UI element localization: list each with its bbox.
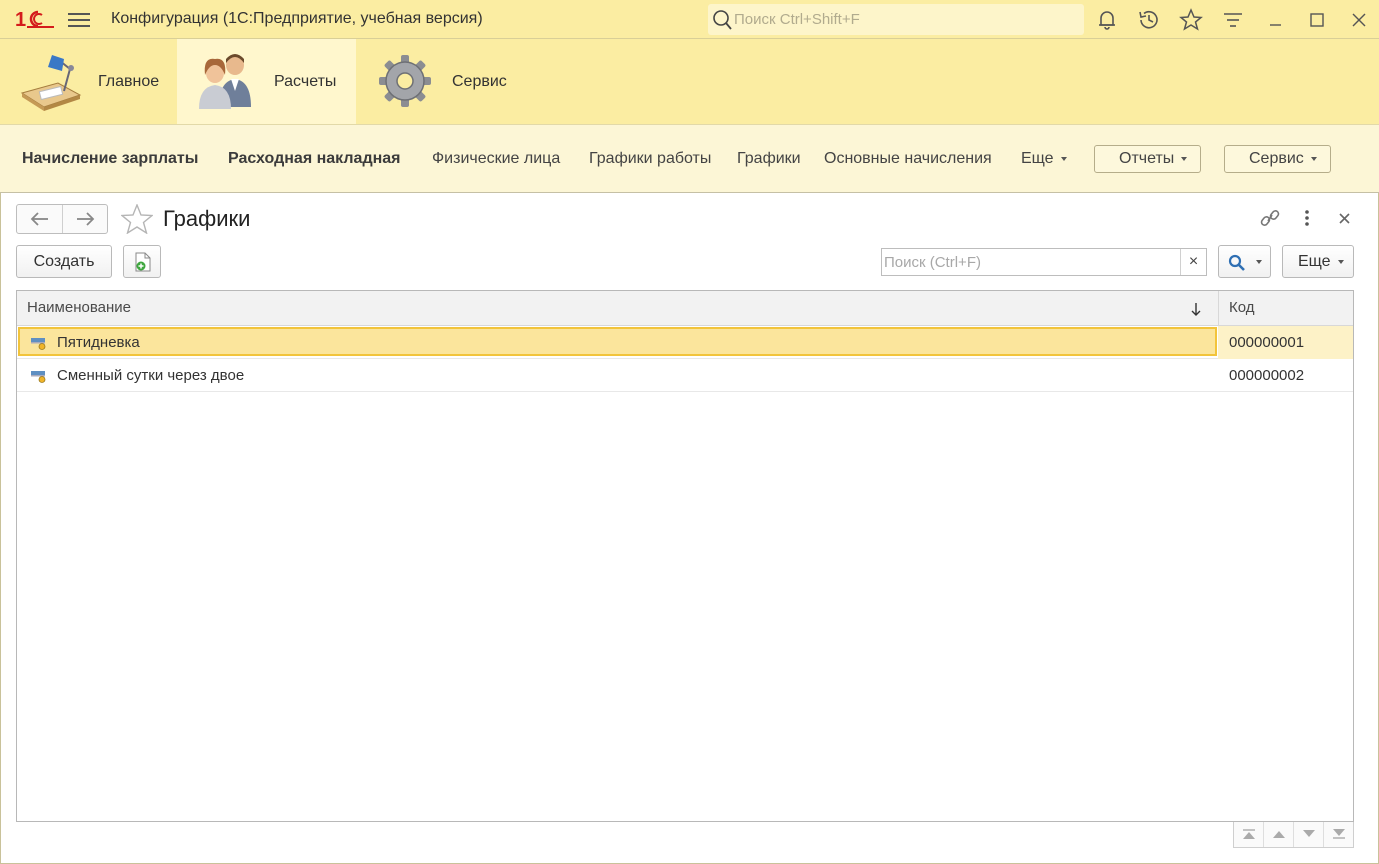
chevron-down-icon — [1181, 156, 1188, 161]
global-search-input[interactable] — [734, 7, 1074, 31]
section-calculations[interactable]: Расчеты — [177, 39, 356, 124]
bell-icon[interactable] — [1095, 8, 1119, 32]
section-main[interactable]: Главное — [0, 39, 177, 124]
arrow-right-icon — [77, 212, 95, 226]
title-bar: 1 Конфигурация (1С:Предприятие, учебная … — [0, 0, 1379, 39]
link-payroll[interactable]: Начисление зарплаты — [22, 150, 198, 168]
column-name-header[interactable]: Наименование — [27, 299, 131, 316]
menu-icon[interactable] — [67, 10, 91, 30]
more-vertical-icon[interactable] — [1298, 207, 1316, 229]
reports-button-label: Отчеты — [1119, 150, 1175, 167]
column-code-header[interactable]: Код — [1229, 299, 1255, 316]
favorite-star-icon[interactable] — [121, 204, 153, 234]
more-menu[interactable]: Еще — [1021, 150, 1067, 168]
add-document-icon — [135, 252, 151, 272]
settings-lines-icon[interactable] — [1221, 8, 1245, 32]
prev-page-button[interactable] — [1264, 822, 1294, 847]
link-schedules[interactable]: Графики — [737, 150, 801, 168]
sort-arrow-icon — [1191, 303, 1201, 316]
arrow-left-icon — [30, 212, 48, 226]
navigation-buttons — [16, 204, 108, 234]
section-service[interactable]: Сервис — [356, 39, 532, 124]
page-up-icon — [1273, 831, 1285, 838]
link-icon[interactable] — [1258, 207, 1282, 229]
svg-text:1: 1 — [15, 9, 26, 31]
search-icon — [1228, 254, 1245, 271]
link-work-schedules[interactable]: Графики работы — [589, 150, 711, 168]
last-page-icon — [1333, 829, 1345, 839]
chevron-down-icon — [1337, 259, 1344, 264]
link-expense-invoice[interactable]: Расходная накладная — [228, 150, 401, 168]
star-icon[interactable] — [1179, 8, 1203, 32]
more-menu-label: Еще — [1021, 150, 1054, 167]
schedules-table: Наименование Код Пятидневка 000000001 См… — [16, 290, 1354, 822]
reports-button[interactable]: Отчеты — [1094, 145, 1201, 173]
maximize-icon[interactable] — [1305, 8, 1329, 32]
page-down-icon — [1303, 830, 1315, 837]
form-more-label: Еще — [1298, 253, 1331, 270]
close-window-icon[interactable] — [1347, 8, 1371, 32]
service-button[interactable]: Сервис — [1224, 145, 1331, 173]
link-individuals[interactable]: Физические лица — [432, 150, 560, 168]
selected-cell — [18, 327, 1217, 356]
search-button[interactable] — [1218, 245, 1271, 278]
chevron-down-icon — [1256, 260, 1262, 264]
create-button[interactable]: Создать — [16, 245, 112, 278]
section-main-label: Главное — [98, 73, 160, 90]
list-search-input[interactable] — [884, 251, 1174, 273]
section-service-label: Сервис — [452, 73, 507, 90]
sections-panel: Главное Расчеты Сервис — [0, 39, 1379, 125]
people-icon — [199, 54, 251, 109]
1c-logo: 1 — [15, 9, 54, 31]
app-title: Конфигурация (1С:Предприятие, учебная ве… — [111, 10, 483, 27]
last-page-button[interactable] — [1324, 822, 1354, 847]
section-calculations-label: Расчеты — [274, 73, 337, 90]
desk-lamp-icon — [20, 55, 82, 111]
chevron-down-icon — [1060, 156, 1067, 161]
first-page-button[interactable] — [1234, 822, 1264, 847]
row-name: Пятидневка — [57, 334, 140, 351]
link-main-accruals[interactable]: Основные начисления — [824, 150, 992, 168]
list-search[interactable]: × — [881, 248, 1207, 276]
column-divider — [1218, 291, 1219, 326]
clear-search-button[interactable]: × — [1180, 249, 1206, 275]
catalog-item-icon — [31, 371, 46, 383]
row-code: 000000001 — [1229, 334, 1305, 351]
list-pager — [1233, 822, 1354, 848]
function-panel: Начисление зарплаты Расходная накладная … — [0, 125, 1379, 193]
minimize-icon[interactable] — [1263, 8, 1287, 32]
table-row[interactable]: Сменный сутки через двое 000000002 — [17, 359, 1353, 392]
copy-button[interactable] — [123, 245, 161, 278]
chevron-down-icon — [1310, 156, 1317, 161]
global-search[interactable] — [708, 4, 1084, 35]
service-button-label: Сервис — [1249, 150, 1304, 167]
catalog-item-icon — [31, 338, 46, 350]
row-name: Сменный сутки через двое — [57, 367, 245, 384]
table-row[interactable]: Пятидневка 000000001 — [17, 326, 1353, 359]
form-title: Графики — [163, 206, 251, 231]
back-button[interactable] — [17, 205, 62, 233]
row-code: 000000002 — [1229, 367, 1305, 384]
table-header: Наименование Код — [17, 291, 1353, 326]
close-form-icon[interactable] — [1335, 207, 1355, 229]
forward-button[interactable] — [63, 205, 108, 233]
gear-icon — [379, 55, 431, 107]
next-page-button[interactable] — [1294, 822, 1324, 847]
search-icon — [713, 10, 732, 30]
first-page-icon — [1243, 829, 1255, 839]
form-more-button[interactable]: Еще — [1282, 245, 1354, 278]
history-icon[interactable] — [1137, 8, 1161, 32]
